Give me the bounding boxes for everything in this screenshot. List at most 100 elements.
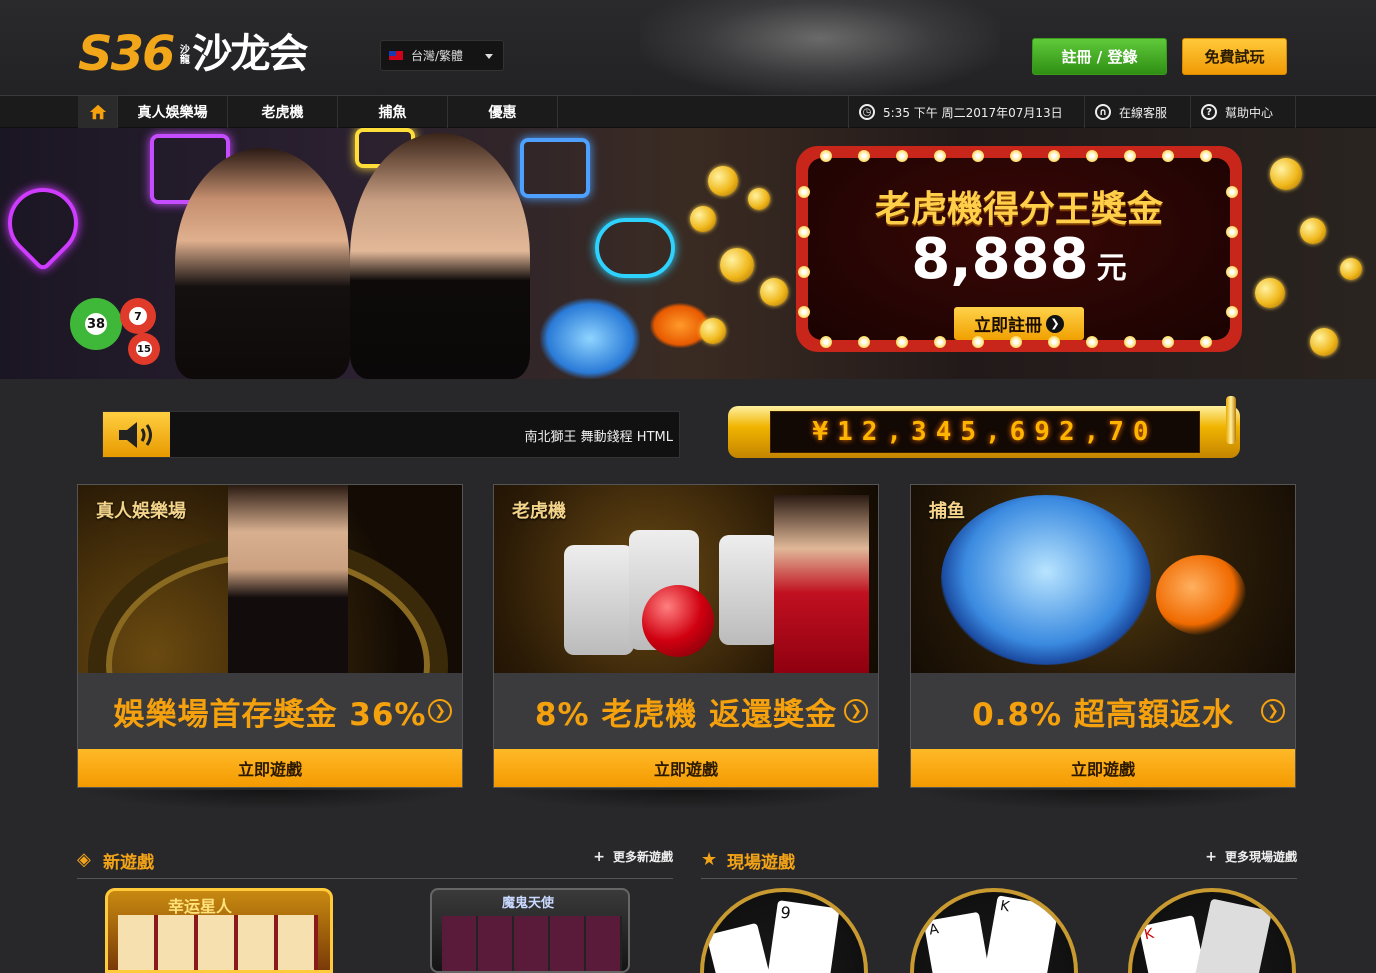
game-card-slots[interactable]: 老虎機 8% 老虎機 返還獎金 ❯ 立即遊戲 (493, 484, 879, 788)
help-icon: ? (1201, 104, 1217, 120)
slot-lever-graphic (1226, 396, 1236, 444)
language-select[interactable]: 台灣/繁體 (380, 40, 504, 71)
bingo-ball: 7 (120, 298, 156, 334)
more-live-games-link[interactable]: + 更多現場遊戲 (1205, 848, 1297, 865)
neon-clover-graphic (595, 218, 675, 278)
coin-graphic (708, 166, 738, 196)
playing-card-graphic (1193, 898, 1273, 973)
chevron-right-icon[interactable]: ❯ (428, 699, 452, 723)
star-icon: ★ (701, 849, 718, 870)
clownfish-graphic (1156, 555, 1246, 635)
coin-graphic (700, 318, 726, 344)
announcement-marquee[interactable]: 南北獅王 舞動錢程 HTML (102, 411, 680, 458)
card-slogan: 8% 老虎機 返還獎金 (494, 673, 878, 750)
slot-reel-graphic (719, 535, 779, 645)
slot-symbols-graphic (442, 916, 622, 971)
neon-dice-graphic (520, 138, 590, 198)
play-now-button[interactable]: 立即遊戲 (494, 749, 878, 787)
diamond-icon: ◈ (77, 849, 91, 870)
card-category: 真人娛樂場 (96, 501, 186, 522)
card-shadow (493, 790, 879, 810)
card-slogan: 0.8% 超高額返水 (911, 673, 1295, 750)
slot-reel-graphic (564, 545, 634, 655)
coin-graphic (1340, 258, 1362, 280)
register-now-label: 立即註冊 (974, 316, 1042, 336)
play-now-button[interactable]: 立即遊戲 (78, 749, 462, 787)
playing-card-graphic (706, 922, 774, 973)
home-icon (89, 104, 106, 120)
datetime-text: 5:35 下午 周二2017年07月13日 (883, 105, 1063, 120)
playing-card-graphic: K (983, 895, 1059, 973)
more-new-games-link[interactable]: + 更多新遊戲 (593, 848, 673, 865)
logo-name: 沙龙会 (192, 31, 308, 77)
site-header: S36 沙龍 沙龙会 台灣/繁體 註冊 / 登錄 免費試玩 (0, 0, 1376, 96)
speaker-icon (103, 412, 170, 457)
card-shadow (77, 790, 463, 810)
card-category: 捕鱼 (929, 501, 965, 522)
promo-amount: 8,888 元 (911, 227, 1127, 292)
nav-online-support[interactable]: ∩ 在線客服 (1084, 96, 1190, 128)
logo-vertical-text: 沙龍 (177, 44, 189, 64)
section-title: 新遊戲 (103, 853, 154, 873)
nav-datetime: ◷ 5:35 下午 周二2017年07月13日 (848, 96, 1082, 128)
coin-graphic (720, 248, 754, 282)
marquee-text: 南北獅王 舞動錢程 HTML (524, 430, 673, 445)
free-trial-button[interactable]: 免費試玩 (1182, 38, 1287, 75)
live-game-thumbnail[interactable]: A K (910, 888, 1078, 973)
neon-heart-graphic (0, 173, 93, 273)
promo-board: 老虎機得分王獎金 8,888 元 立即註冊 ❯ (796, 146, 1242, 352)
nav-home[interactable] (78, 96, 118, 128)
coin-graphic (1255, 278, 1285, 308)
register-now-button[interactable]: 立即註冊 ❯ (954, 307, 1084, 340)
jackpot-counter: ¥12,345,692,70 (728, 396, 1240, 458)
main-nav: 真人娛樂場 老虎機 捕魚 優惠 ◷ 5:35 下午 周二2017年07月13日 … (0, 95, 1376, 128)
help-label: 幫助中心 (1225, 105, 1274, 120)
model-left-graphic (175, 148, 350, 379)
jackpot-display: ¥12,345,692,70 (770, 411, 1200, 453)
header-city-graphic (640, 0, 1000, 96)
nav-item-slots[interactable]: 老虎機 (228, 96, 338, 128)
logo-mark: S36 (78, 26, 175, 82)
model-graphic (228, 485, 348, 673)
section-title: 現場遊戲 (727, 853, 795, 873)
coin-graphic (748, 188, 770, 210)
site-logo[interactable]: S36 沙龍 沙龙会 (78, 26, 308, 82)
chevron-right-icon[interactable]: ❯ (844, 699, 868, 723)
game-thumbnail[interactable]: 幸运星人 (105, 888, 333, 973)
model-right-graphic (350, 133, 530, 379)
headset-icon: ∩ (1095, 104, 1111, 120)
register-login-button[interactable]: 註冊 / 登錄 (1032, 38, 1167, 75)
model-graphic (774, 495, 869, 673)
card-shadow (910, 790, 1296, 810)
nav-item-fishing[interactable]: 捕魚 (338, 96, 448, 128)
game-card-fishing[interactable]: 捕鱼 0.8% 超高額返水 ❯ 立即遊戲 (910, 484, 1296, 788)
cherry-graphic (642, 585, 714, 657)
nav-help-center[interactable]: ? 幫助中心 (1190, 96, 1296, 128)
arrow-right-icon: ❯ (1046, 314, 1064, 333)
chevron-right-icon[interactable]: ❯ (1261, 699, 1285, 723)
taiwan-flag-icon (389, 51, 403, 60)
nav-item-promotions[interactable]: 優惠 (448, 96, 558, 128)
game-thumbnail[interactable]: 魔鬼天使 (430, 888, 630, 973)
slot-symbols-graphic (118, 915, 318, 970)
thumb-label: 魔鬼天使 (502, 896, 555, 911)
thumb-label: 幸运星人 (168, 897, 233, 916)
game-card-live-casino[interactable]: 真人娛樂場 娛樂場首存獎金 36% ❯ 立即遊戲 (77, 484, 463, 788)
bingo-ball: 38 (70, 298, 122, 350)
hero-banner[interactable]: 38 7 15 老虎機得分王獎金 8,888 元 立即註冊 ❯ (0, 128, 1376, 379)
coin-graphic (1300, 218, 1326, 244)
play-now-button[interactable]: 立即遊戲 (911, 749, 1295, 787)
live-game-thumbnail[interactable]: 9 (700, 888, 868, 973)
live-game-thumbnail[interactable]: K (1128, 888, 1296, 973)
chevron-down-icon (485, 54, 493, 59)
support-label: 在線客服 (1119, 105, 1168, 120)
coin-graphic (1310, 328, 1338, 356)
language-label: 台灣/繁體 (411, 49, 464, 63)
shark-graphic (941, 495, 1151, 665)
clock-icon: ◷ (859, 104, 875, 120)
promo-unit: 元 (1096, 251, 1127, 286)
fishing-image (911, 485, 1295, 673)
card-slogan: 娛樂場首存獎金 36% (78, 673, 462, 750)
live-games-section-header: ★ 現場遊戲 + 更多現場遊戲 (701, 846, 1297, 879)
nav-item-live-casino[interactable]: 真人娛樂場 (118, 96, 228, 128)
